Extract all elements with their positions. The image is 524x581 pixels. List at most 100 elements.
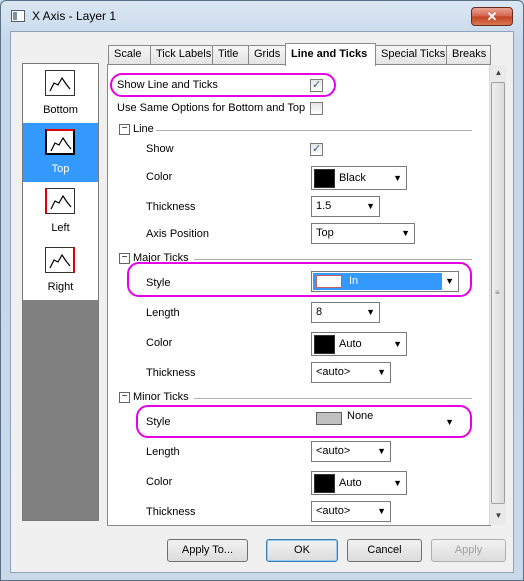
axis-item-top[interactable]: Top bbox=[23, 123, 98, 182]
line-and-ticks-panel: Show Line and Ticks Use Same Options for… bbox=[107, 64, 491, 526]
section-divider bbox=[194, 398, 472, 399]
minor-ticks-collapse-icon[interactable]: − bbox=[119, 392, 130, 403]
same-options-label: Use Same Options for Bottom and Top bbox=[117, 102, 306, 114]
tab-tick-labels[interactable]: Tick Labels bbox=[150, 45, 213, 64]
axis-item-bottom[interactable]: Bottom bbox=[23, 64, 98, 123]
chevron-down-icon: ▼ bbox=[377, 367, 386, 377]
section-divider bbox=[194, 259, 472, 260]
major-thickness-select[interactable]: <auto> ▼ bbox=[311, 362, 391, 383]
tab-line-and-ticks[interactable]: Line and Ticks bbox=[285, 43, 376, 66]
title-bar[interactable]: X Axis - Layer 1 ✕ bbox=[1, 1, 523, 31]
chevron-down-icon: ▼ bbox=[377, 446, 386, 456]
minor-color-value: Auto bbox=[339, 477, 362, 489]
axis-item-right[interactable]: Right bbox=[23, 241, 98, 300]
grip-icon: ≡ bbox=[495, 288, 500, 297]
minor-style-label: Style bbox=[146, 416, 171, 428]
major-thickness-value: <auto> bbox=[316, 366, 351, 378]
major-thickness-label: Thickness bbox=[146, 367, 196, 379]
chevron-down-icon: ▼ bbox=[366, 201, 375, 211]
axis-graph-icon bbox=[45, 129, 75, 155]
show-line-ticks-checkbox[interactable] bbox=[310, 78, 323, 92]
axis-position-value: Top bbox=[316, 227, 334, 239]
chevron-down-icon: ▼ bbox=[445, 417, 454, 427]
axis-item-left[interactable]: Left bbox=[23, 182, 98, 241]
tab-title[interactable]: Title bbox=[212, 45, 249, 64]
axis-graph-icon bbox=[45, 247, 75, 273]
apply-to-button[interactable]: Apply To... bbox=[167, 539, 248, 562]
scroll-up-icon[interactable]: ▲ bbox=[490, 65, 507, 81]
dialog-client: Bottom Top Left Right Scale Tick Labels … bbox=[10, 31, 514, 573]
major-length-select[interactable]: 8 ▼ bbox=[311, 302, 380, 323]
major-color-value: Auto bbox=[339, 338, 362, 350]
axis-item-label: Top bbox=[51, 163, 70, 175]
scrollbar-thumb[interactable]: ≡ bbox=[491, 82, 505, 504]
line-section-title: Line bbox=[133, 123, 154, 135]
line-color-label: Color bbox=[146, 171, 173, 183]
major-color-label: Color bbox=[146, 337, 173, 349]
line-show-label: Show bbox=[146, 143, 174, 155]
minor-style-value: None bbox=[347, 410, 374, 422]
tab-breaks[interactable]: Breaks bbox=[446, 45, 491, 64]
major-length-value: 8 bbox=[316, 306, 323, 318]
major-ticks-collapse-icon[interactable]: − bbox=[119, 253, 130, 264]
line-color-select[interactable]: Black ▼ bbox=[311, 166, 407, 190]
minor-color-label: Color bbox=[146, 476, 173, 488]
axis-item-label: Right bbox=[47, 281, 74, 293]
minor-color-select[interactable]: Auto ▼ bbox=[311, 471, 407, 495]
axis-item-label: Left bbox=[51, 222, 70, 234]
dialog-window: X Axis - Layer 1 ✕ Bottom Top Left Right… bbox=[0, 0, 524, 581]
vertical-scrollbar[interactable]: ▲ ≡ ▼ bbox=[489, 65, 506, 525]
chevron-down-icon: ▼ bbox=[393, 173, 402, 183]
axis-item-label: Bottom bbox=[43, 104, 78, 116]
window-icon bbox=[11, 10, 25, 22]
section-divider bbox=[156, 130, 472, 131]
minor-length-label: Length bbox=[146, 446, 180, 458]
window-title: X Axis - Layer 1 bbox=[32, 9, 117, 23]
ok-button[interactable]: OK bbox=[266, 539, 338, 562]
close-button[interactable]: ✕ bbox=[471, 7, 513, 26]
major-style-value: In bbox=[349, 275, 359, 287]
minor-length-select[interactable]: <auto> ▼ bbox=[311, 441, 391, 462]
tick-style-in-icon bbox=[316, 275, 342, 288]
line-show-checkbox[interactable] bbox=[310, 142, 323, 156]
axis-graph-icon bbox=[45, 188, 75, 214]
major-length-label: Length bbox=[146, 307, 180, 319]
tab-special-ticks[interactable]: Special Ticks bbox=[375, 45, 447, 64]
tab-scale[interactable]: Scale bbox=[108, 45, 151, 64]
tab-grids[interactable]: Grids bbox=[248, 45, 286, 64]
color-swatch bbox=[314, 474, 335, 493]
same-options-checkbox[interactable] bbox=[310, 102, 323, 115]
apply-button[interactable]: Apply bbox=[431, 539, 506, 562]
chevron-down-icon: ▼ bbox=[393, 478, 402, 488]
axis-graph-icon bbox=[45, 70, 75, 96]
minor-thickness-value: <auto> bbox=[316, 505, 351, 517]
major-style-select[interactable]: In ▼ bbox=[311, 271, 459, 292]
axis-position-select[interactable]: Top ▼ bbox=[311, 223, 415, 244]
minor-length-value: <auto> bbox=[316, 445, 351, 457]
minor-thickness-select[interactable]: <auto> ▼ bbox=[311, 501, 391, 522]
minor-thickness-label: Thickness bbox=[146, 506, 196, 518]
scroll-down-icon[interactable]: ▼ bbox=[490, 508, 507, 524]
axis-selector-panel: Bottom Top Left Right bbox=[22, 63, 99, 521]
tick-style-none-icon bbox=[316, 412, 342, 425]
minor-style-select[interactable]: None ▼ bbox=[311, 410, 459, 431]
line-thickness-select[interactable]: 1.5 ▼ bbox=[311, 196, 380, 217]
minor-ticks-section-title: Minor Ticks bbox=[133, 391, 189, 403]
chevron-down-icon: ▼ bbox=[366, 307, 375, 317]
axis-selector-list: Bottom Top Left Right bbox=[23, 64, 98, 300]
line-color-value: Black bbox=[339, 172, 366, 184]
major-color-select[interactable]: Auto ▼ bbox=[311, 332, 407, 356]
chevron-down-icon: ▼ bbox=[393, 339, 402, 349]
chevron-down-icon: ▼ bbox=[377, 506, 386, 516]
cancel-button[interactable]: Cancel bbox=[347, 539, 422, 562]
line-thickness-label: Thickness bbox=[146, 201, 196, 213]
line-section-collapse-icon[interactable]: − bbox=[119, 124, 130, 135]
show-line-ticks-label: Show Line and Ticks bbox=[117, 79, 218, 91]
chevron-down-icon: ▼ bbox=[445, 276, 454, 286]
color-swatch bbox=[314, 169, 335, 188]
color-swatch bbox=[314, 335, 335, 354]
line-thickness-value: 1.5 bbox=[316, 200, 332, 212]
chevron-down-icon: ▼ bbox=[401, 228, 410, 238]
major-style-label: Style bbox=[146, 277, 171, 289]
axis-position-label: Axis Position bbox=[146, 228, 209, 240]
